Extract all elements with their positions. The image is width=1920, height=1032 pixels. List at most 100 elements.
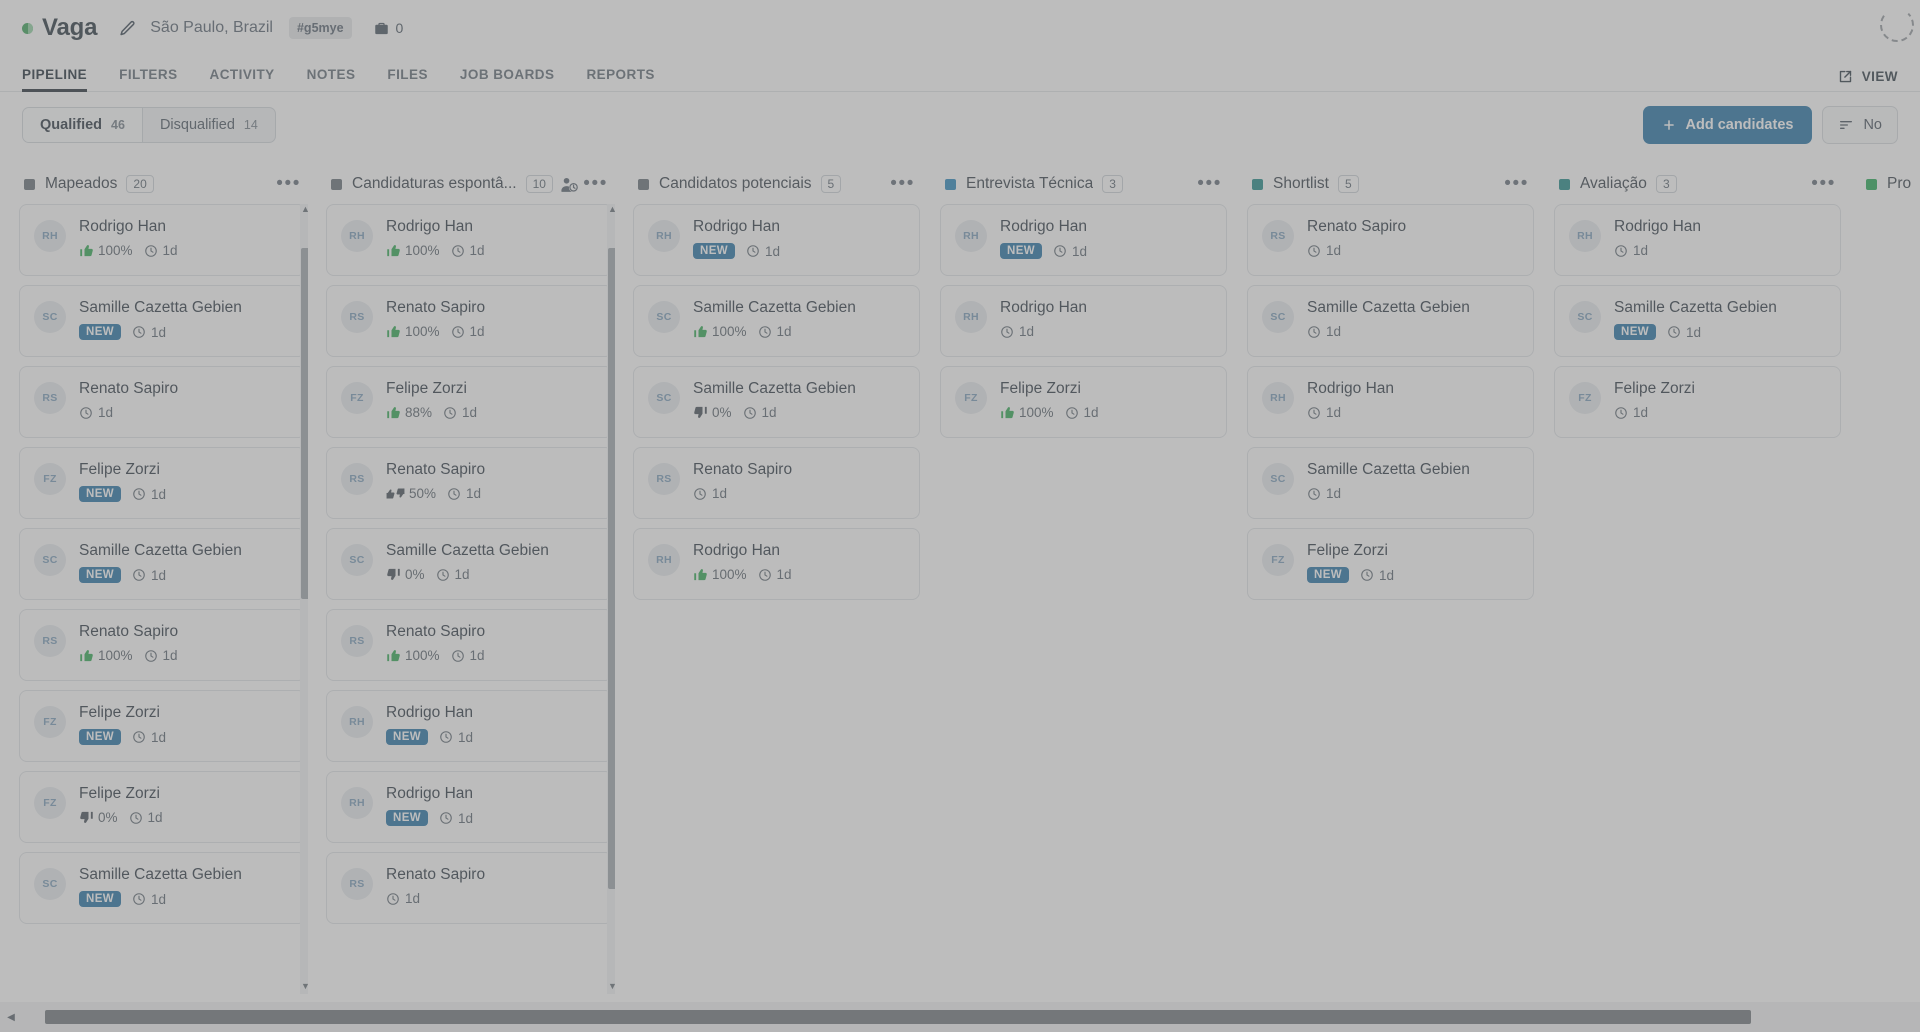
- avatar: FZ: [1569, 382, 1601, 414]
- avatar: SC: [648, 382, 680, 414]
- scroll-down-arrow-icon[interactable]: ▼: [301, 981, 308, 994]
- horizontal-scroll-thumb[interactable]: [44, 1010, 1752, 1024]
- scroll-left-arrow-icon[interactable]: ◀: [0, 1012, 22, 1023]
- scroll-up-arrow-icon[interactable]: ▲: [608, 204, 615, 217]
- time-value: 1d: [151, 891, 167, 907]
- horizontal-scroll-track[interactable]: [22, 1010, 1918, 1024]
- time-in-stage: 1d: [132, 892, 166, 907]
- vertical-scroll-thumb[interactable]: [608, 247, 615, 890]
- candidate-card[interactable]: FZ Felipe Zorzi NEW 1d: [1247, 528, 1534, 600]
- candidate-card[interactable]: RH Rodrigo Han 100% 1d: [326, 204, 613, 276]
- scroll-up-arrow-icon[interactable]: ▲: [301, 204, 308, 217]
- candidate-card[interactable]: SC Samille Cazetta Gebien 1d: [1247, 447, 1534, 519]
- card-content: Samille Cazetta Gebien 1d: [1307, 299, 1519, 339]
- tab-pipeline[interactable]: PIPELINE: [22, 67, 88, 92]
- candidate-card[interactable]: RS Renato Sapiro 1d: [1247, 204, 1534, 276]
- view-button[interactable]: VIEW: [1838, 69, 1898, 84]
- time-value: 1d: [1326, 405, 1342, 420]
- candidate-card[interactable]: RH Rodrigo Han NEW 1d: [326, 690, 613, 762]
- candidate-card[interactable]: RS Renato Sapiro 100% 1d: [326, 285, 613, 357]
- candidate-card[interactable]: FZ Felipe Zorzi NEW 1d: [19, 690, 306, 762]
- candidate-card[interactable]: FZ Felipe Zorzi 1d: [1554, 366, 1841, 438]
- card-meta-row: 100% 1d: [386, 243, 598, 258]
- candidate-card[interactable]: RS Renato Sapiro 1d: [326, 852, 613, 924]
- candidate-card[interactable]: RH Rodrigo Han 1d: [940, 285, 1227, 357]
- more-options-icon[interactable]: •••: [1504, 174, 1531, 193]
- add-candidates-button[interactable]: Add candidates: [1643, 106, 1813, 144]
- more-options-icon[interactable]: •••: [276, 174, 303, 193]
- more-options-icon[interactable]: •••: [1197, 174, 1224, 193]
- column-vertical-scrollbar[interactable]: ▲ ▼: [607, 204, 615, 994]
- time-in-stage: 1d: [1065, 405, 1099, 420]
- candidate-card[interactable]: FZ Felipe Zorzi 100% 1d: [940, 366, 1227, 438]
- vertical-scroll-thumb[interactable]: [301, 247, 308, 599]
- candidate-card[interactable]: RH Rodrigo Han 100% 1d: [633, 528, 920, 600]
- more-options-icon[interactable]: •••: [890, 174, 917, 193]
- job-tag[interactable]: #g5mye: [288, 17, 352, 39]
- candidate-card[interactable]: SC Samille Cazetta Gebien 1d: [1247, 285, 1534, 357]
- more-options-icon[interactable]: •••: [583, 174, 610, 193]
- user-clock-icon[interactable]: [561, 177, 578, 192]
- candidate-card[interactable]: FZ Felipe Zorzi 88% 1d: [326, 366, 613, 438]
- candidate-card[interactable]: RS Renato Sapiro 1d: [633, 447, 920, 519]
- clock-icon: [758, 325, 772, 339]
- evaluation-score: 100%: [693, 567, 747, 582]
- evaluation-score: 100%: [693, 324, 747, 339]
- tab-job-boards[interactable]: JOB BOARDS: [460, 67, 555, 91]
- candidate-card[interactable]: RH Rodrigo Han 1d: [1554, 204, 1841, 276]
- job-location: São Paulo, Brazil: [150, 19, 273, 36]
- column-header: Candidaturas espontâ... 10 •••: [326, 164, 615, 204]
- card-meta-row: 1d: [1307, 486, 1519, 501]
- card-meta-row: NEW 1d: [79, 729, 291, 745]
- vertical-scroll-track[interactable]: [607, 217, 615, 981]
- candidate-card[interactable]: RH Rodrigo Han NEW 1d: [326, 771, 613, 843]
- candidate-card[interactable]: RS Renato Sapiro 100% 1d: [19, 609, 306, 681]
- scroll-down-arrow-icon[interactable]: ▼: [608, 981, 615, 994]
- candidate-card[interactable]: RS Renato Sapiro 1d: [19, 366, 306, 438]
- candidate-card[interactable]: SC Samille Cazetta Gebien 0% 1d: [326, 528, 613, 600]
- more-options-icon[interactable]: •••: [1811, 174, 1838, 193]
- candidate-name: Rodrigo Han: [386, 785, 474, 802]
- column-vertical-scrollbar[interactable]: ▲ ▼: [300, 204, 308, 994]
- sort-button[interactable]: No: [1822, 106, 1898, 144]
- evaluation-score: 0%: [386, 567, 425, 582]
- candidate-card[interactable]: RH Rodrigo Han NEW 1d: [633, 204, 920, 276]
- tab-reports[interactable]: REPORTS: [586, 67, 654, 91]
- page-title: Vaga: [42, 14, 98, 41]
- evaluation-score: 100%: [386, 243, 440, 258]
- evaluation-percent: 100%: [405, 648, 440, 663]
- avatar: RS: [34, 382, 66, 414]
- avatar: RH: [341, 220, 373, 252]
- tab-files[interactable]: FILES: [387, 67, 428, 91]
- vertical-scroll-track[interactable]: [300, 217, 308, 981]
- candidate-card[interactable]: SC Samille Cazetta Gebien NEW 1d: [19, 852, 306, 924]
- segment-qualified[interactable]: Qualified 46: [23, 108, 142, 142]
- candidate-card[interactable]: SC Samille Cazetta Gebien NEW 1d: [19, 528, 306, 600]
- candidate-card[interactable]: FZ Felipe Zorzi 0% 1d: [19, 771, 306, 843]
- candidate-card[interactable]: SC Samille Cazetta Gebien NEW 1d: [19, 285, 306, 357]
- evaluation-percent: 50%: [409, 486, 437, 501]
- time-in-stage: 1d: [693, 486, 727, 501]
- time-in-stage: 1d: [743, 405, 777, 420]
- tab-notes[interactable]: NOTES: [307, 67, 356, 91]
- candidate-card[interactable]: RH Rodrigo Han 1d: [1247, 366, 1534, 438]
- segment-disqualified[interactable]: Disqualified 14: [141, 108, 275, 142]
- tab-activity[interactable]: ACTIVITY: [210, 67, 275, 91]
- time-value: 1d: [147, 810, 163, 825]
- card-content: Felipe Zorzi NEW 1d: [1307, 542, 1519, 583]
- candidate-card[interactable]: RS Renato Sapiro 50% 1d: [326, 447, 613, 519]
- candidate-card[interactable]: SC Samille Cazetta Gebien 100% 1d: [633, 285, 920, 357]
- candidate-card[interactable]: RH Rodrigo Han NEW 1d: [940, 204, 1227, 276]
- candidate-card[interactable]: SC Samille Cazetta Gebien 0% 1d: [633, 366, 920, 438]
- avatar: FZ: [34, 787, 66, 819]
- pencil-icon[interactable]: [119, 20, 136, 37]
- tab-filters[interactable]: FILTERS: [119, 67, 177, 91]
- candidate-card[interactable]: RS Renato Sapiro 100% 1d: [326, 609, 613, 681]
- candidate-card[interactable]: RH Rodrigo Han 100% 1d: [19, 204, 306, 276]
- candidate-card[interactable]: SC Samille Cazetta Gebien NEW 1d: [1554, 285, 1841, 357]
- candidate-card[interactable]: FZ Felipe Zorzi NEW 1d: [19, 447, 306, 519]
- card-content: Rodrigo Han NEW 1d: [1000, 218, 1212, 259]
- board-horizontal-scrollbar[interactable]: ◀: [0, 1002, 1920, 1032]
- card-meta-row: 1d: [386, 891, 598, 906]
- time-value: 1d: [162, 648, 178, 663]
